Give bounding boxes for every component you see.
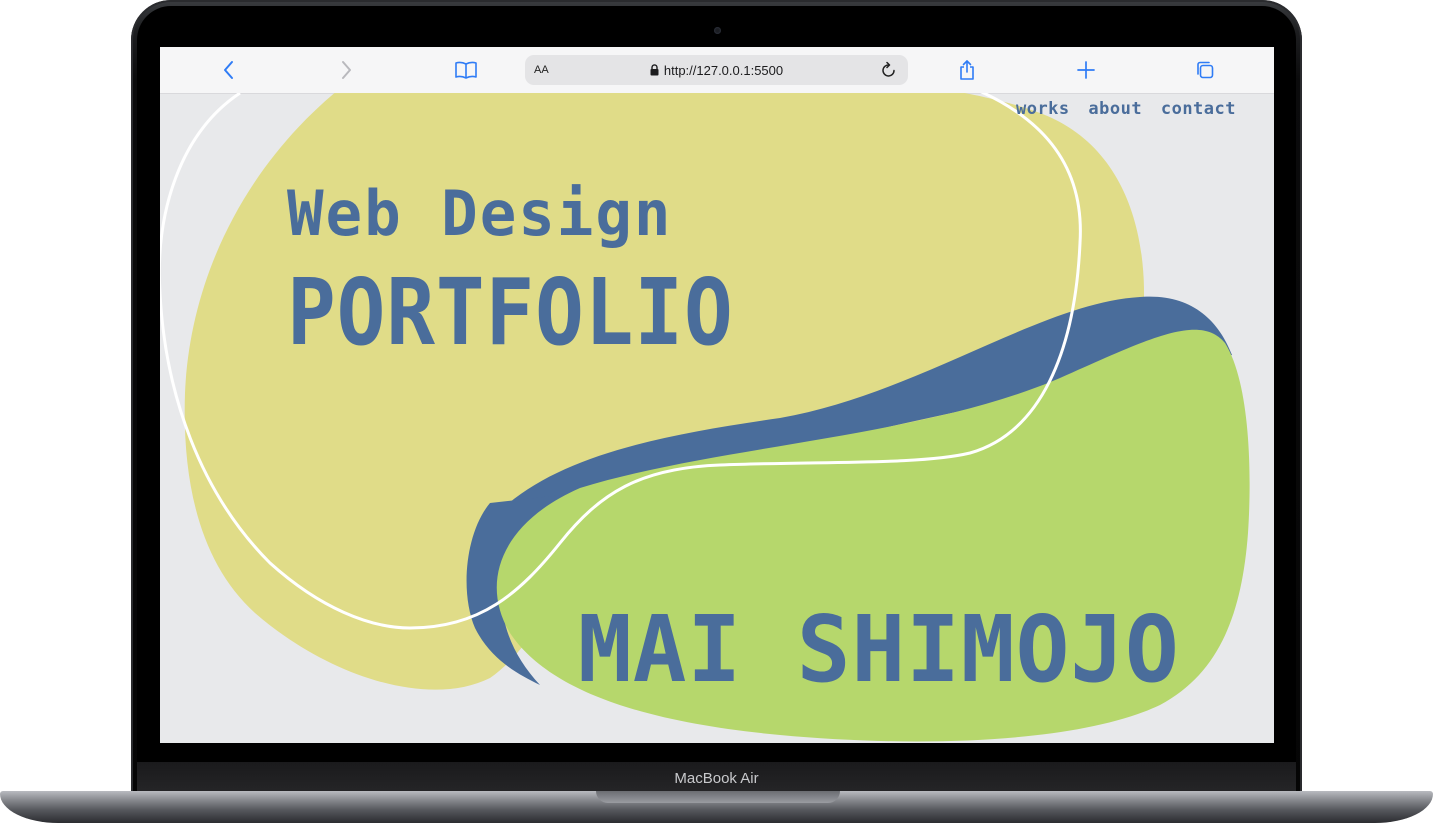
nav-link-works[interactable]: works [1016,99,1070,119]
url-text: http://127.0.0.1:5500 [663,62,784,78]
bookmarks-button[interactable] [452,56,480,84]
back-button[interactable] [215,56,243,84]
tabs-button[interactable] [1191,56,1219,84]
screen: AA http://127.0.0.1:5500 works about con… [160,47,1274,743]
heading-web-design: Web Design [287,177,673,250]
address-bar[interactable]: AA http://127.0.0.1:5500 [525,55,908,85]
site-nav: works about contact [1008,99,1236,119]
camera-icon [714,27,721,34]
nav-link-about[interactable]: about [1088,99,1142,119]
share-button[interactable] [953,56,981,84]
share-icon [960,60,974,80]
forward-button[interactable] [332,56,360,84]
heading-portfolio: PORTFOLIO [287,259,734,366]
reload-icon [882,61,895,77]
chevron-right-icon [342,61,351,79]
lock-icon [650,64,659,76]
reload-button[interactable] [876,57,902,83]
device-label: MacBook Air [674,770,759,787]
nav-link-contact[interactable]: contact [1161,99,1236,119]
bookmarks-book-icon [455,61,477,79]
new-tab-button[interactable] [1072,56,1100,84]
tabs-icon [1197,61,1214,79]
web-page: works about contact Web Design PORTFOLIO… [160,93,1274,743]
chevron-left-icon [224,61,233,79]
author-name: MAI SHIMOJO [578,596,1180,703]
browser-toolbar: AA http://127.0.0.1:5500 [160,47,1274,94]
plus-icon [1077,61,1095,79]
laptop-notch [596,791,840,803]
